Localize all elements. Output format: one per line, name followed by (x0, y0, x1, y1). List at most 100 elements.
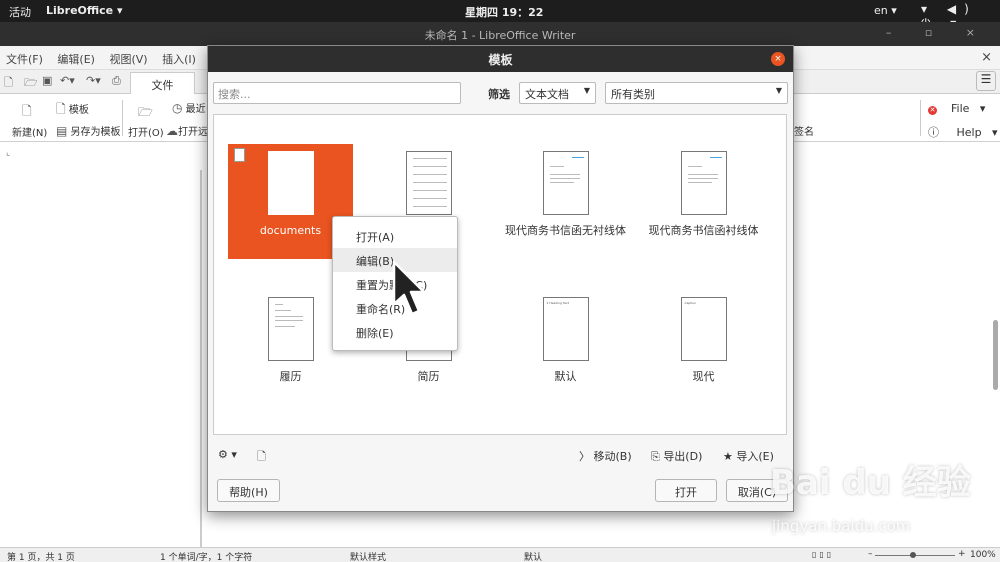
recent-button[interactable]: ◷ 最近 (172, 100, 206, 115)
thumb-line (571, 157, 584, 158)
export-button[interactable]: ⎘ 导出(D) (651, 448, 702, 464)
thumb-line (274, 304, 283, 305)
file-menu-button[interactable]: ✕ File ▾ (928, 102, 985, 115)
undo-icon[interactable]: ↶▾ (60, 74, 75, 87)
template-item-modern-letter-serif[interactable]: 现代商务书信函衬线体 (641, 151, 766, 266)
new-button-label[interactable]: 新建(N) (12, 124, 47, 139)
menu-insert[interactable]: 插入(I) (156, 46, 201, 67)
open-large-icon[interactable]: 🗁 (138, 103, 153, 124)
template-label: 模板 (68, 105, 89, 116)
app-menu-button[interactable]: LibreOffice ▾ (46, 4, 123, 17)
open-button-label[interactable]: 打开(O) (128, 124, 164, 139)
open-button[interactable]: 打开 (655, 479, 717, 502)
language-status[interactable]: 默认 (524, 550, 542, 562)
window-controls[interactable]: – ▫ × (886, 26, 990, 39)
zoom-in-icon[interactable]: + (958, 549, 966, 559)
thumb-line (412, 190, 447, 191)
save-icon[interactable]: ▣ (42, 74, 52, 87)
zoom-level[interactable]: 100% (970, 550, 996, 560)
recent-label: 最近 (185, 104, 206, 115)
move-button[interactable]: 〉 移动(B) (579, 448, 632, 464)
template-item-modern[interactable]: Caption 现代 (641, 297, 766, 412)
document-type-select[interactable]: 文本文档 ▼ (519, 82, 596, 104)
open-folder-icon[interactable]: 🗁 (24, 74, 38, 93)
template-label: 现代商务书信函衬线体 (648, 224, 759, 237)
open-remote-button[interactable]: ☁打开远 (166, 123, 208, 138)
template-grid: documents 现代商务书信函无衬线体 现代商务书信函衬线体 履历 简历 1… (213, 114, 787, 435)
template-thumbnail (267, 151, 314, 215)
open-remote-label: 打开远 (178, 127, 208, 138)
repository-icon[interactable]: 🗋 (257, 448, 266, 467)
context-menu-delete[interactable]: 删除(E) (333, 320, 457, 344)
baidu-jingyan-url: jingyan.baidu.com (772, 517, 911, 535)
export-label: 导出(D) (663, 450, 703, 463)
input-language-menu[interactable]: en ▾ (874, 4, 897, 17)
save-template-icon: ▤ (56, 124, 68, 138)
thumb-line (274, 320, 303, 321)
activities-button[interactable]: 活动 (9, 4, 31, 20)
template-item-default[interactable]: 1 Heading Text 默认 (503, 297, 628, 412)
zoom-slider-knob[interactable] (910, 552, 916, 558)
menu-icon[interactable]: ☰ (976, 71, 996, 91)
view-layout-icons[interactable]: ▯▯▯ (812, 550, 834, 559)
ribbon-separator (920, 100, 921, 136)
page-style[interactable]: 默认样式 (350, 550, 386, 562)
thumb-line (412, 174, 447, 175)
template-search-input[interactable]: 搜索... (213, 82, 461, 104)
new-doc-icon[interactable]: 🗋 (4, 74, 13, 93)
vertical-scrollbar[interactable] (993, 320, 998, 390)
clock[interactable]: 星期四 19：22 (465, 4, 543, 20)
thumb-line (274, 326, 295, 327)
template-item-modern-letter-sans[interactable]: 现代商务书信函无衬线体 (503, 151, 628, 266)
thumb-line (549, 166, 564, 167)
page-corner-mark: ⌞ (6, 148, 11, 158)
thumb-line (274, 310, 291, 311)
word-count[interactable]: 1 个单词/字，1 个字符 (160, 550, 252, 562)
filter-label: 筛选 (488, 88, 510, 101)
redo-icon[interactable]: ↷▾ (86, 74, 101, 87)
gnome-top-bar: 活动 LibreOffice ▾ 星期四 19：22 en ▾ ▾ ◀) ⏻ ▾ (0, 0, 1000, 30)
menu-view[interactable]: 视图(V) (103, 46, 152, 67)
ribbon-separator (122, 100, 123, 136)
star-icon: ★ (723, 450, 733, 463)
template-label: 现代 (692, 370, 715, 383)
info-icon: ⓘ (928, 126, 939, 139)
new-doc-large-icon[interactable]: 🗋 (22, 102, 32, 123)
context-menu-open[interactable]: 打开(A) (333, 224, 457, 248)
thumb-line (412, 198, 447, 199)
menu-file[interactable]: 文件(F) (0, 46, 48, 67)
import-button[interactable]: ★ 导入(E) (723, 448, 774, 464)
template-label: 默认 (554, 370, 577, 383)
save-as-template-label: 另存为模板 (70, 127, 121, 138)
import-label: 导入(E) (736, 450, 774, 463)
template-button[interactable]: 🗋 模板 (56, 100, 89, 121)
dialog-title: 模板 (208, 46, 793, 72)
template-label: 履历 (279, 370, 302, 383)
zoom-out-icon[interactable]: – (868, 549, 873, 559)
category-select[interactable]: 所有类别 ▼ (605, 82, 788, 104)
template-thumbnail: Caption (680, 297, 727, 361)
thumb-line (412, 206, 447, 207)
tab-file[interactable]: 文件 (130, 72, 195, 94)
dialog-close-icon[interactable]: × (771, 52, 785, 66)
thumb-line (709, 157, 722, 158)
settings-sliders-icon[interactable]: ⚙ ▾ (218, 448, 237, 461)
close-document-icon[interactable]: × (981, 50, 992, 65)
help-button[interactable]: 帮助(H) (217, 479, 280, 502)
template-thumbnail (405, 151, 452, 215)
export-icon: ⎘ (651, 450, 660, 463)
print-icon[interactable]: ⎙ (112, 74, 121, 88)
chevron-down-icon: ▼ (775, 86, 782, 95)
save-as-template-button[interactable]: ▤ 另存为模板 (56, 123, 121, 138)
sign-label[interactable]: 签名 (794, 123, 814, 138)
template-actions-bar: ⚙ ▾ 🗋 〉 移动(B) ⎘ 导出(D) ★ 导入(E) (213, 446, 787, 466)
template-thumbnail (680, 151, 727, 215)
thumb-heading: 1 Heading Text (546, 301, 569, 305)
templates-dialog: 模板 × 搜索... 筛选 文本文档 ▼ 所有类别 ▼ documents 现代… (207, 45, 794, 512)
menu-edit[interactable]: 编辑(E) (51, 46, 100, 67)
thumb-line (412, 166, 447, 167)
folder-doc-icon (234, 148, 245, 162)
help-menu-button[interactable]: ⓘ Help ▾ (928, 124, 998, 140)
page-count[interactable]: 第 1 页，共 1 页 (7, 550, 75, 562)
chevron-down-icon: ▼ (583, 86, 590, 95)
